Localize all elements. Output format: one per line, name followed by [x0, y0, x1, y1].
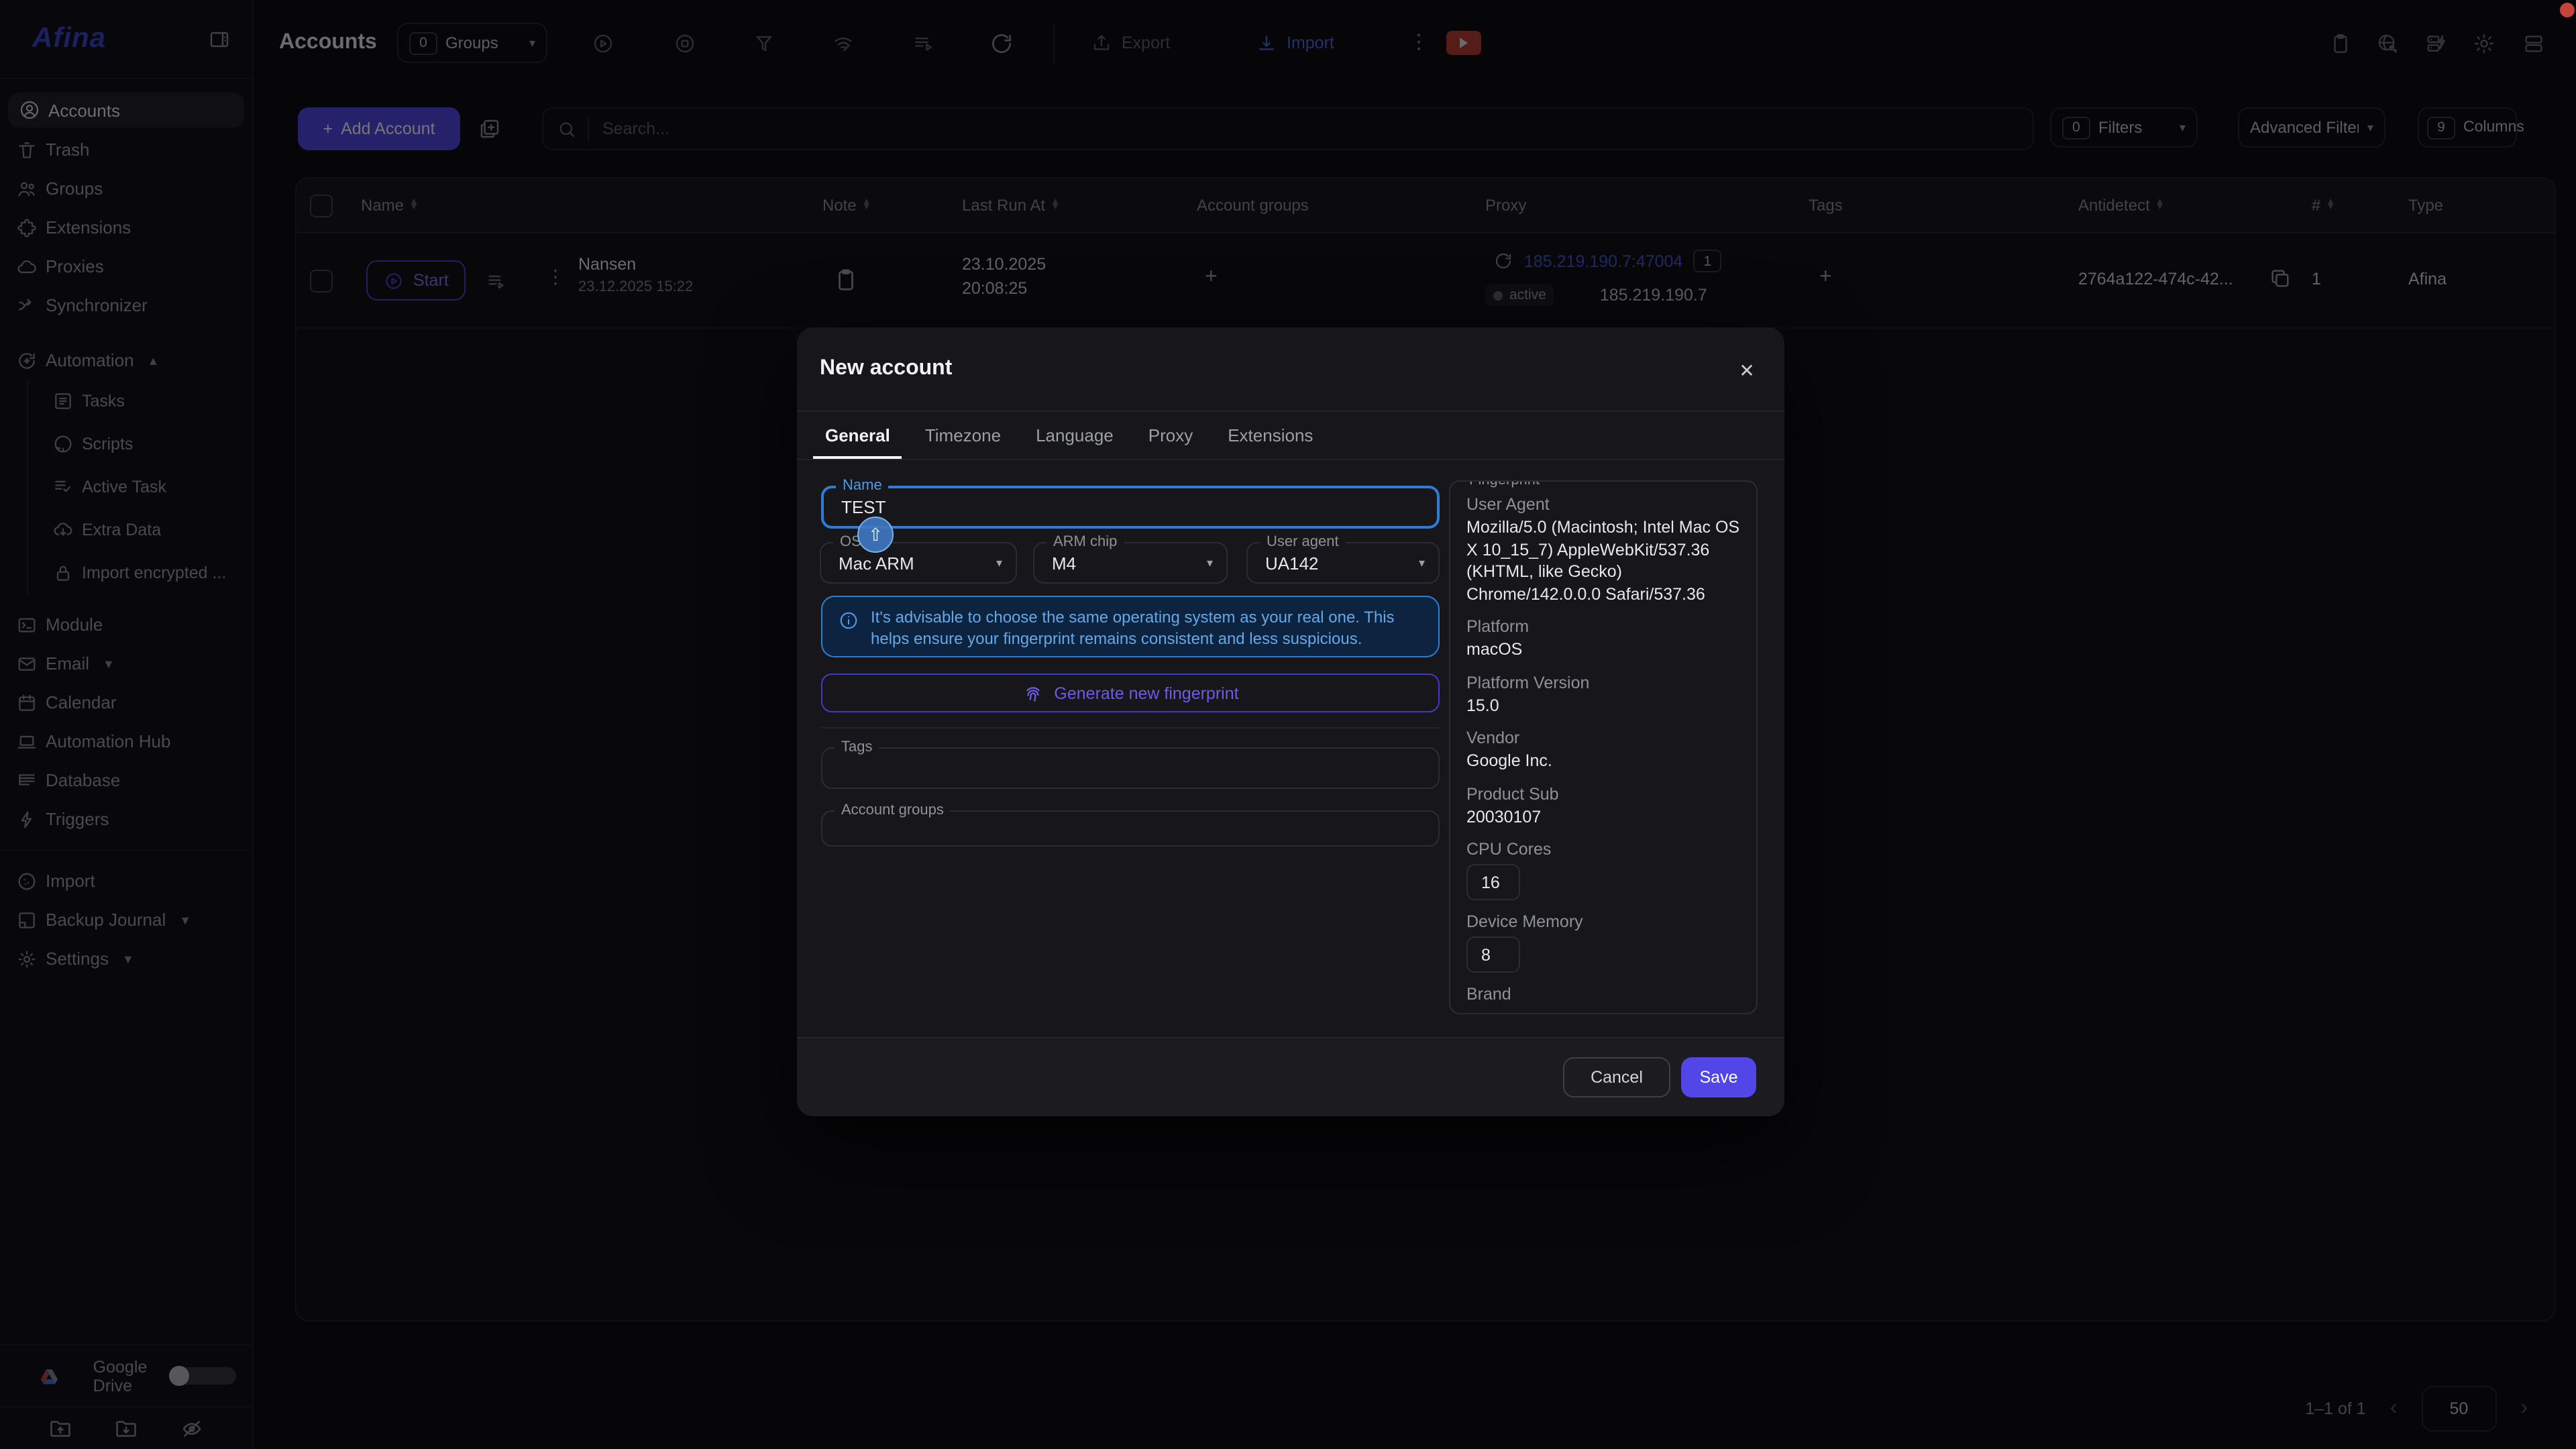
cursor-indicator: ⇧	[857, 517, 894, 553]
name-field[interactable]: Name TEST	[821, 486, 1440, 529]
name-field-value: TEST	[841, 497, 885, 517]
os-select-value: Mac ARM	[839, 553, 914, 573]
platform-label: Platform	[1466, 617, 1740, 636]
user-agent-select-label: User agent	[1260, 534, 1346, 550]
chevron-down-icon: ▾	[1419, 555, 1425, 570]
device-memory-input[interactable]: 8	[1466, 936, 1520, 973]
info-icon	[839, 610, 859, 631]
platform-version-value: 15.0	[1466, 694, 1740, 716]
os-advice-infobox: It's advisable to choose the same operat…	[821, 596, 1440, 657]
user-agent-label: User Agent	[1466, 495, 1740, 514]
cpu-cores-label: CPU Cores	[1466, 840, 1740, 859]
fingerprint-legend: Fingerprint	[1462, 480, 1546, 488]
user-agent-value: Mozilla/5.0 (Macintosh; Intel Mac OS X 1…	[1466, 517, 1740, 605]
fingerprint-icon	[1022, 682, 1043, 704]
brand-label: Brand	[1466, 985, 1740, 1004]
cpu-cores-input[interactable]: 16	[1466, 864, 1520, 900]
name-field-label: Name	[836, 478, 889, 494]
tags-field-label: Tags	[835, 739, 879, 755]
arm-chip-select[interactable]: ARM chip M4 ▾	[1033, 542, 1228, 584]
vendor-label: Vendor	[1466, 729, 1740, 747]
generate-fingerprint-button[interactable]: Generate new fingerprint	[821, 674, 1440, 712]
tab-general[interactable]: General	[808, 412, 908, 459]
product-sub-value: 20030107	[1466, 806, 1740, 828]
modal-tabs: General Timezone Language Proxy Extensio…	[808, 412, 1330, 459]
form-divider	[821, 727, 1440, 729]
tags-field[interactable]: Tags	[821, 747, 1440, 789]
recording-indicator-dot	[2560, 3, 2575, 17]
arm-chip-select-label: ARM chip	[1046, 534, 1124, 550]
generate-fingerprint-label: Generate new fingerprint	[1054, 684, 1238, 702]
tab-timezone[interactable]: Timezone	[908, 412, 1018, 459]
tab-extensions[interactable]: Extensions	[1210, 412, 1330, 459]
chevron-down-icon: ▾	[1207, 555, 1213, 570]
app-window: Afina Accounts Trash Groups Extensions	[0, 0, 2576, 1449]
user-agent-select-value: UA142	[1265, 553, 1319, 573]
save-button[interactable]: Save	[1681, 1057, 1756, 1097]
tab-language[interactable]: Language	[1018, 412, 1131, 459]
chevron-down-icon: ▾	[996, 555, 1002, 570]
vendor-value: Google Inc.	[1466, 750, 1740, 772]
tab-proxy[interactable]: Proxy	[1131, 412, 1210, 459]
platform-value: macOS	[1466, 639, 1740, 661]
product-sub-label: Product Sub	[1466, 784, 1740, 803]
modal-tabs-divider	[797, 459, 1784, 460]
modal-footer: Cancel Save	[797, 1037, 1784, 1116]
info-text: It's advisable to choose the same operat…	[871, 606, 1422, 656]
account-groups-field-label: Account groups	[835, 802, 951, 818]
device-memory-label: Device Memory	[1466, 912, 1740, 931]
user-agent-select[interactable]: User agent UA142 ▾	[1246, 542, 1440, 584]
new-account-modal: New account ✕ General Timezone Language …	[797, 327, 1784, 1116]
fingerprint-panel: Fingerprint User Agent Mozilla/5.0 (Maci…	[1449, 480, 1758, 1014]
modal-title: New account	[820, 357, 952, 381]
platform-version-label: Platform Version	[1466, 673, 1740, 692]
arm-chip-select-value: M4	[1052, 553, 1076, 573]
cancel-button[interactable]: Cancel	[1563, 1057, 1670, 1097]
close-icon[interactable]: ✕	[1731, 354, 1763, 386]
os-select[interactable]: OS Mac ARM ▾	[820, 542, 1017, 584]
account-groups-field[interactable]: Account groups	[821, 810, 1440, 847]
